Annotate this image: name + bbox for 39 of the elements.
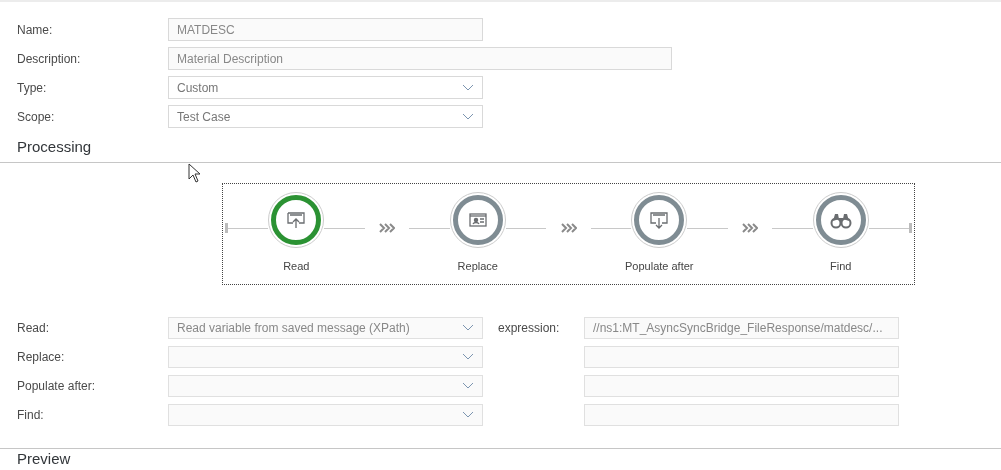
- dropdown[interactable]: Test Case: [168, 105, 483, 128]
- field-label: Type:: [17, 79, 48, 97]
- chevron-down-icon: [462, 113, 474, 120]
- field-label: expression:: [498, 319, 560, 337]
- chevrons-icon: [560, 222, 577, 233]
- section-title: Processing: [17, 138, 92, 155]
- chevron-down-icon: [462, 411, 474, 418]
- cursor-icon: [188, 163, 202, 183]
- dropdown[interactable]: [168, 403, 483, 426]
- dropdown[interactable]: [168, 345, 483, 368]
- step-label: Read: [283, 258, 310, 274]
- dropdown[interactable]: [168, 374, 483, 397]
- download-icon: [649, 209, 670, 230]
- chevron-down-icon: [462, 324, 474, 331]
- section-title: Preview: [17, 449, 71, 467]
- step-label: Find: [830, 258, 852, 274]
- field-label: Populate after:: [17, 377, 97, 395]
- text-field[interactable]: //ns1:MT_AsyncSyncBridge_FileResponse/matdesc/...: [584, 316, 899, 339]
- chevron-down-icon: [462, 382, 474, 389]
- chevron-down-icon: [462, 353, 474, 360]
- step-label: Replace: [457, 258, 498, 274]
- text-field[interactable]: Material Description: [168, 47, 672, 70]
- dropdown[interactable]: Custom: [168, 76, 483, 99]
- text-field[interactable]: MATDESC: [168, 18, 483, 41]
- dropdown[interactable]: Read variable from saved message (XPath): [168, 316, 483, 339]
- text-field[interactable]: [584, 374, 899, 397]
- field-label: Read:: [17, 319, 51, 337]
- field-label: Name:: [17, 21, 54, 39]
- field-label: Scope:: [17, 108, 56, 126]
- chevrons-icon: [379, 222, 396, 233]
- chevron-down-icon: [462, 84, 474, 91]
- step-label: Populate after: [625, 258, 694, 274]
- chevrons-icon: [742, 222, 758, 233]
- field-label: Description:: [17, 50, 82, 68]
- field-label: Find:: [17, 406, 45, 424]
- text-field[interactable]: [584, 345, 899, 368]
- upload-icon: [286, 209, 307, 230]
- text-field[interactable]: [584, 403, 899, 426]
- field-label: Replace:: [17, 348, 66, 366]
